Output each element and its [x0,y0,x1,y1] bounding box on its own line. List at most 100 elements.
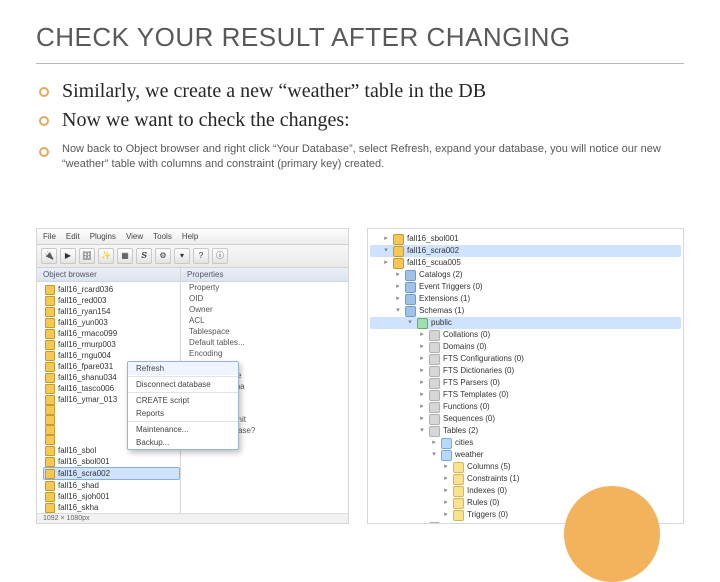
expand-icon[interactable]: ▸ [418,521,426,524]
expand-icon[interactable]: ▸ [394,281,402,293]
expand-icon[interactable]: ▸ [382,257,390,269]
expand-icon[interactable]: ▸ [442,461,450,473]
menu-tools[interactable]: Tools [153,232,172,241]
tree-node[interactable]: ▸fall16_sbol001 [370,233,681,245]
expand-icon[interactable]: ▾ [430,449,438,461]
db-tree-item[interactable]: fall16_rcard036 [43,284,180,295]
tree-node[interactable]: ▸fall16_scua005 [370,257,681,269]
sql-icon[interactable]: 𝑺 [136,248,152,264]
tree-node-label: public [431,317,452,329]
menu-help[interactable]: Help [182,232,198,241]
menu-view[interactable]: View [126,232,143,241]
db-tree-item-label: fall16_sbol [58,445,96,456]
tree-node[interactable]: ▸cities [370,437,681,449]
expand-icon[interactable]: ▸ [394,269,402,281]
tree-node[interactable]: ▸ Collations (0) [370,329,681,341]
db-tree-item[interactable]: fall16_shad [43,480,180,491]
pub-icon [417,318,428,329]
tree-node[interactable]: ▾ weather [370,449,681,461]
tree-node-label: Collations (0) [443,329,490,341]
tree-node[interactable]: ▸Columns (5) [370,461,681,473]
run-icon[interactable]: ▶ [60,248,76,264]
expand-icon[interactable]: ▾ [394,305,402,317]
info-icon[interactable]: ⓘ [212,248,228,264]
tree-node[interactable]: ▸Domains (0) [370,341,681,353]
menu-plugins[interactable]: Plugins [90,232,116,241]
db-tree-item[interactable]: fall16_red003 [43,295,180,306]
tree-node[interactable]: ▸FTS Configurations (0) [370,353,681,365]
expand-icon[interactable]: ▸ [418,341,426,353]
tree-node[interactable]: ▸Constraints (1) [370,473,681,485]
db-tree-item[interactable]: fall16_rmurp003 [43,339,180,350]
plug-icon[interactable]: 🔌 [41,248,57,264]
tree-node[interactable]: ▾Tables (2) [370,425,681,437]
menu-file[interactable]: File [43,232,56,241]
db-tree-item[interactable]: fall16_rngu004 [43,350,180,361]
tree-node-label: Indexes (0) [467,485,507,497]
tree-node[interactable]: ▾ public [370,317,681,329]
wand-icon[interactable]: ✨ [98,248,114,264]
col-icon [453,486,464,497]
tree-node[interactable]: ▸Functions (0) [370,401,681,413]
db-tree-item[interactable]: fall16_rmaco099 [43,328,180,339]
expand-icon[interactable]: ▸ [418,353,426,365]
gear-icon[interactable]: ⚙ [155,248,171,264]
tree-node[interactable]: ▸Catalogs (2) [370,269,681,281]
ctx-maintenance[interactable]: Maintenance... [128,423,238,436]
ctx-refresh[interactable]: Refresh [128,362,238,375]
db-tree-item[interactable]: fall16_scra002 [43,467,180,480]
expand-icon[interactable]: ▸ [442,485,450,497]
expand-icon[interactable]: ▸ [394,293,402,305]
help-icon[interactable]: ? [193,248,209,264]
filter-icon[interactable]: ▾ [174,248,190,264]
expand-icon[interactable]: ▸ [442,497,450,509]
expand-icon[interactable]: ▾ [406,317,414,329]
expand-icon[interactable]: ▸ [430,437,438,449]
tree-node-label: Extensions (1) [419,293,470,305]
expand-icon[interactable]: ▸ [418,377,426,389]
expand-icon[interactable]: ▾ [418,425,426,437]
ctx-reports[interactable]: Reports [128,407,238,420]
expand-icon[interactable]: ▸ [418,401,426,413]
db-tree-item[interactable]: fall16_ryan154 [43,306,180,317]
tree-node-label: Sequences (0) [443,413,495,425]
expand-icon[interactable]: ▸ [382,233,390,245]
tree-node[interactable]: ▸FTS Parsers (0) [370,377,681,389]
ctx-disconnect[interactable]: Disconnect database [128,378,238,391]
db-tree-item[interactable]: fall16_sjoh001 [43,491,180,502]
expand-icon[interactable]: ▸ [442,509,450,521]
db-tree-item[interactable]: fall16_skha [43,502,180,513]
bullet-small: Now back to Object browser and right cli… [36,142,684,172]
expand-icon[interactable]: ▸ [418,389,426,401]
tree-node[interactable]: ▾Schemas (1) [370,305,681,317]
ctx-create-script[interactable]: CREATE script [128,394,238,407]
property-row: Encoding [181,348,348,359]
context-menu[interactable]: Refresh Disconnect database CREATE scrip… [127,361,239,450]
tree-node[interactable]: ▸FTS Dictionaries (0) [370,365,681,377]
expand-icon[interactable]: ▸ [418,413,426,425]
expand-icon[interactable]: ▾ [382,245,390,257]
expand-icon[interactable]: ▸ [418,365,426,377]
tree-node-label: FTS Templates (0) [443,389,509,401]
db-tree-item[interactable]: fall16_yun003 [43,317,180,328]
expand-icon[interactable]: ▸ [418,329,426,341]
generic-icon [429,342,440,353]
tree-node[interactable]: ▸ Extensions (1) [370,293,681,305]
tree-node[interactable]: ▸ FTS Templates (0) [370,389,681,401]
tree-node[interactable]: ▾fall16_scra002 [370,245,681,257]
generic-icon [429,390,440,401]
db-tree-item[interactable]: fall16_sbol001 [43,456,180,467]
database-icon [45,469,55,479]
tree-node[interactable]: ▸Event Triggers (0) [370,281,681,293]
tree-node[interactable]: ▸ Sequences (0) [370,413,681,425]
db-icon[interactable]: 🗄 [79,248,95,264]
table-icon[interactable]: ▦ [117,248,133,264]
expand-icon[interactable]: ▸ [442,473,450,485]
db-tree-item-label: fall16_rmaco099 [58,328,117,339]
database-icon [45,405,55,415]
menu-edit[interactable]: Edit [66,232,80,241]
ctx-backup[interactable]: Backup... [128,436,238,449]
db-tree-item-label: fall16_skha [58,502,98,513]
tree-node-label: weather [455,449,483,461]
db-tree-item-label: fall16_sjoh001 [58,491,110,502]
